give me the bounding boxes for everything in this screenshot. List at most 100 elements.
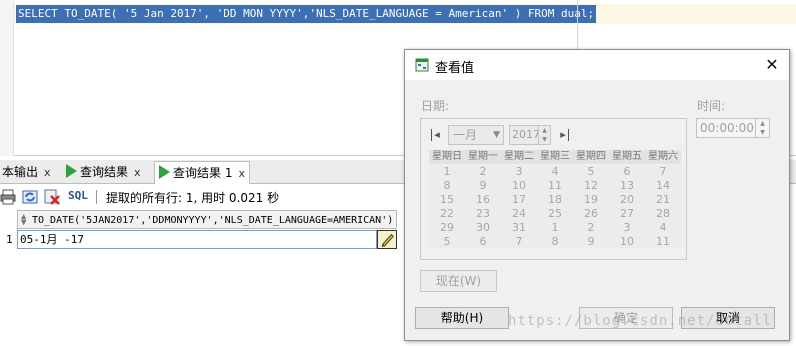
- day-cell[interactable]: 27: [609, 207, 645, 221]
- day-cell[interactable]: 1: [537, 221, 573, 235]
- day-cell[interactable]: 7: [645, 165, 681, 179]
- day-cell[interactable]: 31: [501, 221, 537, 235]
- day-cell[interactable]: 10: [609, 235, 645, 249]
- day-cell[interactable]: 10: [501, 179, 537, 193]
- day-cell[interactable]: 14: [645, 179, 681, 193]
- weekday-label: 星期二: [504, 151, 534, 162]
- weekday-label: 星期五: [612, 151, 642, 162]
- chevron-down-icon: ▼: [493, 130, 500, 140]
- day-cell[interactable]: 26: [573, 207, 609, 221]
- day-cell[interactable]: 3: [609, 221, 645, 235]
- day-cell[interactable]: 6: [465, 235, 501, 249]
- tab-label: 查询结果 1: [173, 166, 233, 180]
- row-number: 1: [6, 233, 13, 246]
- day-cell[interactable]: 9: [573, 235, 609, 249]
- prev-month-button[interactable]: ◂: [429, 127, 445, 143]
- calendar: ◂ 一月 ▼ 2017 ▲ ▼ ▸ 星期日 星期一 星期二 星期三 星期四 星期五…: [420, 118, 687, 260]
- weekday-label: 星期四: [576, 151, 606, 162]
- day-cell[interactable]: 8: [537, 235, 573, 249]
- day-cell[interactable]: 17: [501, 193, 537, 207]
- day-cell[interactable]: 13: [609, 179, 645, 193]
- day-cell[interactable]: 23: [465, 207, 501, 221]
- day-cell[interactable]: 29: [429, 221, 465, 235]
- day-cell[interactable]: 20: [609, 193, 645, 207]
- chevron-left-icon: ◂: [434, 128, 440, 141]
- refresh-icon[interactable]: [22, 189, 38, 205]
- day-grid: 1 2 3 4 5 6 7 8 9 10 11 12 13 14 15 16 1…: [429, 165, 681, 249]
- next-month-button[interactable]: ▸: [555, 127, 571, 143]
- help-button[interactable]: 帮助(H): [415, 307, 509, 329]
- day-cell[interactable]: 25: [537, 207, 573, 221]
- spinner-arrows-icon[interactable]: ▲ ▼: [538, 126, 550, 144]
- close-icon[interactable]: x: [44, 166, 51, 179]
- year-spinner[interactable]: 2017 ▲ ▼: [509, 125, 551, 145]
- now-button[interactable]: 现在(W): [420, 270, 497, 292]
- chevron-right-icon: ▸: [560, 128, 566, 141]
- day-cell[interactable]: 3: [501, 165, 537, 179]
- run-icon: [159, 165, 170, 179]
- day-cell[interactable]: 4: [645, 221, 681, 235]
- day-cell[interactable]: 16: [465, 193, 501, 207]
- month-select[interactable]: 一月 ▼: [448, 125, 504, 145]
- dialog-title-bar[interactable]: 查看值 ✕: [405, 50, 789, 80]
- result-cell[interactable]: 05-1月 -17: [17, 230, 377, 249]
- sql-button[interactable]: SQL: [68, 189, 88, 202]
- day-cell[interactable]: 6: [609, 165, 645, 179]
- day-cell[interactable]: 2: [573, 221, 609, 235]
- close-icon[interactable]: ✕: [761, 54, 783, 76]
- weekday-label: 星期日: [432, 151, 462, 162]
- day-cell[interactable]: 7: [501, 235, 537, 249]
- day-cell[interactable]: 11: [537, 179, 573, 193]
- time-field[interactable]: 00:00:00 ▲ ▼: [696, 118, 770, 138]
- spinner-arrows-icon[interactable]: ▲ ▼: [755, 119, 769, 137]
- dialog-title: 查看值: [435, 61, 475, 76]
- day-cell[interactable]: 1: [429, 165, 465, 179]
- day-cell[interactable]: 15: [429, 193, 465, 207]
- day-cell[interactable]: 11: [645, 235, 681, 249]
- day-cell[interactable]: 30: [465, 221, 501, 235]
- weekday-label: 星期一: [468, 151, 498, 162]
- day-cell[interactable]: 2: [465, 165, 501, 179]
- cancel-query-icon[interactable]: [44, 189, 60, 205]
- day-cell[interactable]: 8: [429, 179, 465, 193]
- pencil-icon[interactable]: [377, 230, 397, 249]
- view-value-dialog: 查看值 ✕ 日期: 时间: ◂ 一月 ▼ 2017 ▲ ▼ ▸ 星期日 星期一 星…: [404, 49, 790, 341]
- tab-query-result-1[interactable]: 查询结果 1 x: [154, 161, 250, 184]
- day-cell[interactable]: 19: [573, 193, 609, 207]
- close-icon[interactable]: x: [238, 167, 245, 180]
- weekday-label: 星期三: [540, 151, 570, 162]
- day-cell[interactable]: 9: [465, 179, 501, 193]
- tab-label: 本输出: [2, 165, 39, 179]
- watermark: https://blog.csdn.net/dotall: [508, 313, 773, 329]
- year-value: 2017: [512, 128, 540, 141]
- day-cell[interactable]: 22: [429, 207, 465, 221]
- day-cell[interactable]: 4: [537, 165, 573, 179]
- day-cell[interactable]: 28: [645, 207, 681, 221]
- column-header-label: TO_DATE('5JAN2017','DDMONYYYY','NLS_DATE…: [32, 215, 394, 226]
- sort-icon: ▲ ▼: [21, 212, 27, 228]
- month-value: 一月: [453, 128, 478, 142]
- selected-sql-text[interactable]: SELECT TO_DATE( '5 Jan 2017', 'DD MON YY…: [16, 5, 597, 23]
- tab-query-result[interactable]: 查询结果 x: [62, 161, 145, 183]
- time-label: 时间:: [697, 99, 726, 113]
- calendar-icon: [415, 58, 429, 72]
- day-cell[interactable]: 21: [645, 193, 681, 207]
- day-cell[interactable]: 24: [501, 207, 537, 221]
- tab-script-output[interactable]: 本输出 x: [0, 161, 55, 183]
- fetch-status: 提取的所有行: 1, 用时 0.021 秒: [106, 191, 280, 205]
- run-icon: [66, 164, 77, 178]
- close-icon[interactable]: x: [134, 166, 141, 179]
- weekday-label: 星期六: [648, 151, 678, 162]
- tab-label: 查询结果: [80, 165, 129, 179]
- day-cell[interactable]: 18: [537, 193, 573, 207]
- column-header[interactable]: ▲ ▼ TO_DATE('5JAN2017','DDMONYYYY','NLS_D…: [17, 210, 397, 229]
- editor-gutter: [0, 0, 14, 156]
- day-cell[interactable]: 5: [573, 165, 609, 179]
- weekday-header: 星期日 星期一 星期二 星期三 星期四 星期五 星期六: [429, 150, 681, 164]
- time-value: 00:00:00: [700, 121, 754, 135]
- day-cell[interactable]: 12: [573, 179, 609, 193]
- date-label: 日期:: [421, 99, 450, 113]
- results-grid: ▲ ▼ TO_DATE('5JAN2017','DDMONYYYY','NLS_D…: [0, 210, 400, 250]
- day-cell[interactable]: 5: [429, 235, 465, 249]
- print-icon[interactable]: [0, 189, 16, 205]
